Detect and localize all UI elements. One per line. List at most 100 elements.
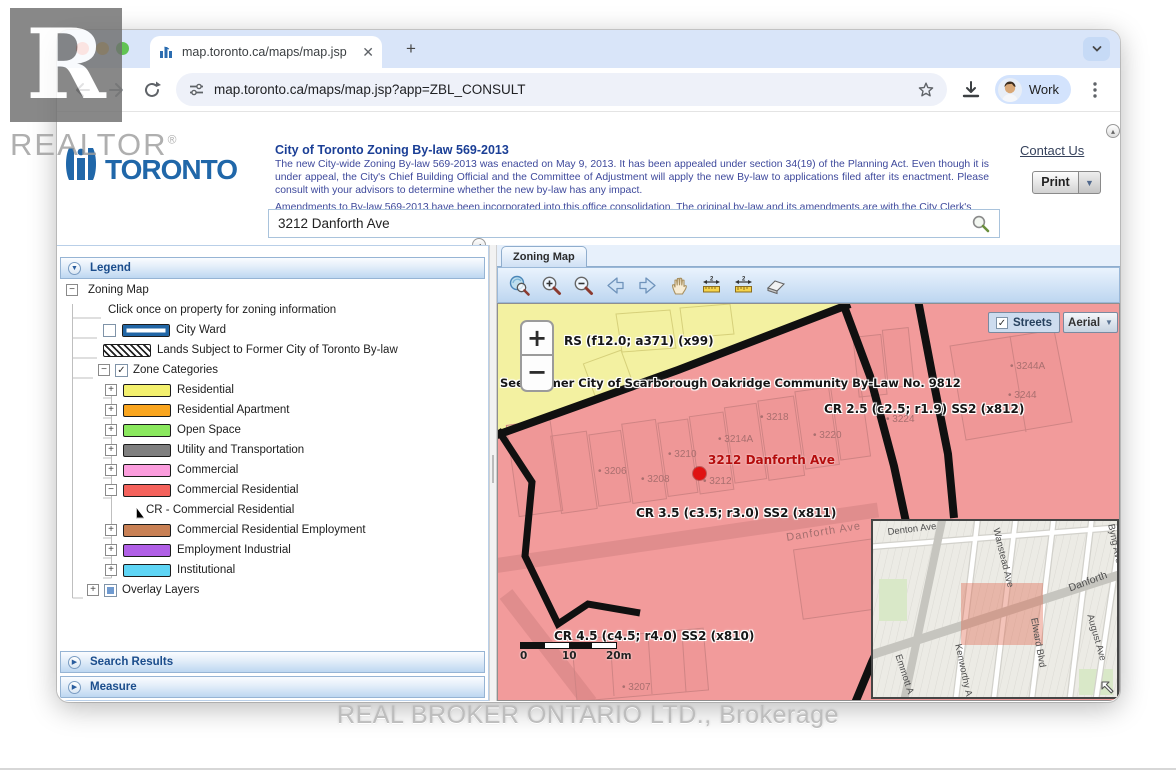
streets-toggle[interactable]: ✓ Streets [988, 312, 1060, 333]
zoom-in-icon[interactable] [540, 274, 563, 297]
print-dropdown-button[interactable]: ▼ [1079, 171, 1101, 194]
bylaw-description: The new City-wide Zoning By-law 569-2013… [275, 159, 989, 197]
refresh-button[interactable] [141, 79, 163, 101]
tree-label: Click once on property for zoning inform… [108, 304, 336, 316]
page-content: TORONTO City of Toronto Zoning By-law 56… [57, 112, 1120, 701]
chevron-down-icon [1091, 43, 1103, 55]
window-zoom-button[interactable] [116, 42, 129, 55]
brokerage-watermark: REAL BROKER ONTARIO LTD., Brokerage [0, 701, 1176, 730]
contact-us-link[interactable]: Contact Us [1020, 143, 1084, 158]
site-settings-icon[interactable] [188, 81, 205, 98]
legend-toggle-icon[interactable]: ▼ [68, 262, 81, 275]
expander-plus-icon[interactable]: + [105, 404, 117, 416]
tree-label: CR - Commercial Residential [146, 504, 294, 516]
tree-label: City Ward [176, 324, 226, 336]
aerial-button[interactable]: Aerial ▼ [1063, 312, 1118, 333]
next-extent-icon[interactable] [636, 274, 659, 297]
expander-plus-icon[interactable]: + [105, 444, 117, 456]
scale-tick: 10 [562, 650, 577, 662]
tab-zoning-map[interactable]: Zoning Map [501, 246, 587, 267]
overlay-layers-checkbox[interactable] [104, 584, 117, 597]
tab-list-chevron-button[interactable] [1083, 37, 1110, 61]
back-button[interactable] [71, 79, 93, 101]
map-canvas[interactable]: RS (f12.0; a371) (x99) See Former City o… [497, 303, 1120, 701]
scale-tick: 0 [520, 650, 527, 662]
search-icon[interactable] [971, 214, 990, 233]
zone-label-rs: RS (f12.0; a371) (x99) [564, 334, 714, 348]
map-zoom-in-button[interactable]: + [520, 320, 554, 356]
parcel-number: 3210 [668, 449, 697, 460]
tree-node-lands: Lands Subject to Former City of Toronto … [57, 340, 487, 360]
measure-toggle-icon[interactable]: ▶ [68, 681, 81, 694]
tree-label: Employment Industrial [177, 544, 291, 556]
search-results-header[interactable]: ▶ Search Results [60, 651, 485, 673]
result-marker [693, 467, 706, 480]
search-results-toggle-icon[interactable]: ▶ [68, 656, 81, 669]
parcel-number: 3224 [886, 414, 915, 425]
tree-label: Commercial Residential [177, 484, 298, 496]
tree-node-cr-sub: CR - Commercial Residential [57, 500, 487, 520]
window-minimize-button[interactable] [96, 42, 109, 55]
zone-swatch [123, 384, 171, 397]
window-close-button[interactable] [76, 42, 89, 55]
zone-categories-checkbox[interactable]: ✓ [115, 364, 128, 377]
legend-header[interactable]: ▼ Legend [60, 257, 485, 279]
profile-button[interactable]: Work [995, 75, 1071, 104]
expander-plus-icon[interactable]: + [105, 464, 117, 476]
header-collapse-button[interactable]: ▴ [1106, 124, 1120, 138]
expander-plus-icon[interactable]: + [105, 424, 117, 436]
pan-hand-icon[interactable] [668, 274, 691, 297]
search-input[interactable]: 3212 Danforth Ave [278, 216, 971, 231]
download-icon[interactable] [960, 79, 982, 101]
address-search: 3212 Danforth Ave [268, 209, 1000, 238]
menu-dots-icon[interactable] [1084, 79, 1106, 101]
bookmark-star-icon[interactable] [917, 81, 935, 99]
city-ward-checkbox[interactable] [103, 324, 116, 337]
overview-toggle-arrow-icon[interactable] [1099, 679, 1116, 696]
expander-minus-icon[interactable]: − [66, 284, 78, 296]
measure-header[interactable]: ▶ Measure [60, 676, 485, 698]
expander-plus-icon[interactable]: + [105, 524, 117, 536]
tree-node-zone: + Open Space [57, 420, 487, 440]
expander-plus-icon[interactable]: + [105, 564, 117, 576]
parcel-number: 3208 [641, 474, 670, 485]
expander-minus-icon[interactable]: − [98, 364, 110, 376]
zone-swatch [123, 564, 171, 577]
legend-panel: ▼ Legend − Z [57, 245, 489, 701]
new-tab-button[interactable]: + [401, 39, 421, 59]
zoom-out-icon[interactable] [572, 274, 595, 297]
measure-area-icon[interactable]: 2 [732, 274, 755, 297]
expander-plus-icon[interactable]: + [87, 584, 99, 596]
expander-plus-icon[interactable]: + [105, 544, 117, 556]
overview-map[interactable]: Denton Ave Wanstead Ave Byng Ave Danfort… [871, 519, 1119, 699]
url-bar[interactable]: map.toronto.ca/maps/map.jsp?app=ZBL_CONS… [176, 73, 947, 106]
print-button[interactable]: Print [1032, 171, 1079, 194]
tab-close-icon[interactable]: ✕ [362, 45, 374, 59]
url-text[interactable]: map.toronto.ca/maps/map.jsp?app=ZBL_CONS… [214, 82, 908, 97]
parcel-number: 3244A [1010, 361, 1045, 372]
overview-zoom-icon[interactable] [508, 274, 531, 297]
eraser-icon[interactable] [764, 274, 787, 297]
expander-minus-icon[interactable]: − [105, 484, 117, 496]
tree-node-zone: − Commercial Residential [57, 480, 487, 500]
panel-splitter[interactable] [489, 245, 497, 701]
toronto-cityhall-icon [61, 138, 101, 184]
forward-button[interactable] [106, 79, 128, 101]
zone-swatch [123, 444, 171, 457]
toronto-logo: TORONTO [61, 138, 237, 184]
tree-label: Utility and Transportation [177, 444, 304, 456]
lands-hatch-swatch [103, 344, 151, 357]
previous-extent-icon[interactable] [604, 274, 627, 297]
legend-title: Legend [90, 262, 131, 274]
print-control: Print ▼ [1032, 171, 1101, 194]
measure-distance-icon[interactable]: 2 [700, 274, 723, 297]
parcel-number: 3207 [622, 682, 651, 693]
map-zoom-out-button[interactable]: − [520, 356, 554, 392]
streets-checkbox[interactable]: ✓ [996, 317, 1008, 329]
scale-bar: 0 10 20m [520, 642, 630, 661]
tree-label: Zoning Map [88, 284, 149, 296]
parcel-number: 3214A [718, 434, 753, 445]
aerial-caret-icon: ▼ [1105, 318, 1113, 327]
expander-plus-icon[interactable]: + [105, 384, 117, 396]
browser-tab[interactable]: map.toronto.ca/maps/map.jsp ✕ [150, 36, 382, 68]
